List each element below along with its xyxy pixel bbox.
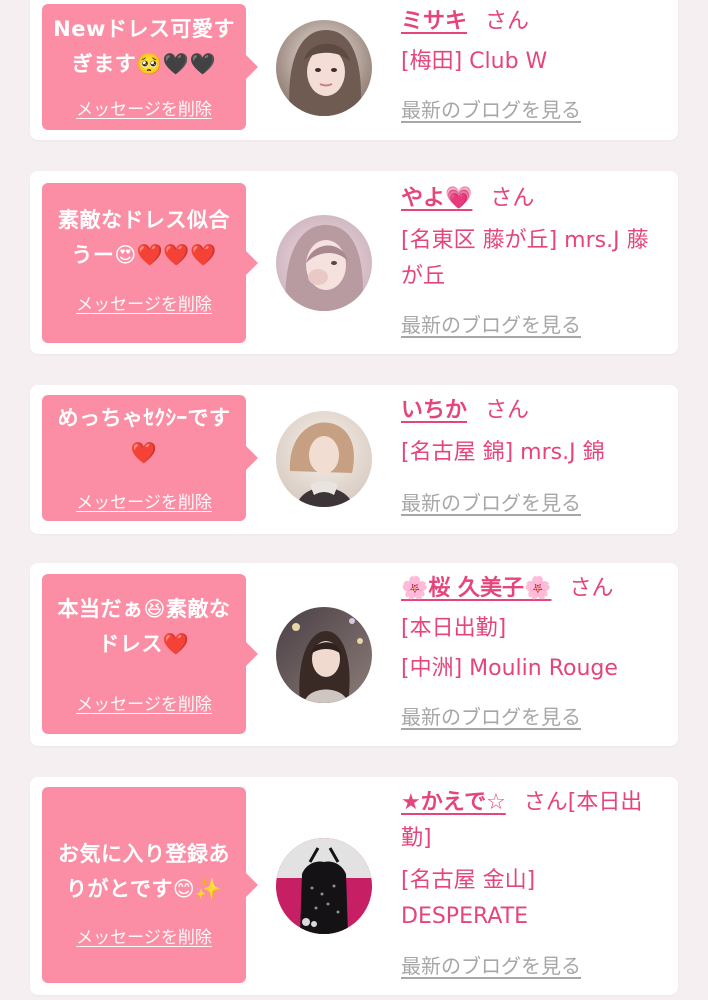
message-card: 素敵なドレス似合うー😍❤️❤️❤️ メッセージを削除 やよ💗 さん [名東区 藤が…: [30, 171, 678, 354]
sender-honorific: さん: [490, 186, 535, 211]
message-bubble: Newドレス可愛すぎます🥺🖤🖤 メッセージを削除: [42, 4, 258, 130]
sender-name-link[interactable]: やよ💗: [401, 186, 472, 211]
sender-location: [名東区 藤が丘] mrs.J 藤が丘: [401, 228, 649, 289]
latest-blog-link[interactable]: 最新のブログを見る: [401, 96, 581, 124]
sender-name-row: いちか さん: [401, 393, 666, 429]
sender-name-link[interactable]: ★かえで☆: [401, 790, 506, 815]
sender-info: やよ💗 さん [名東区 藤が丘] mrs.J 藤が丘: [401, 181, 666, 295]
latest-blog-link[interactable]: 最新のブログを見る: [401, 311, 581, 339]
sender-honorific: さん: [569, 576, 614, 601]
sender-honorific: さん: [485, 9, 530, 34]
message-bubble: 本当だぁ😆素敵なドレス❤️ メッセージを削除: [42, 574, 258, 734]
avatar[interactable]: [276, 20, 372, 116]
sender-location: [名古屋 錦] mrs.J 錦: [401, 440, 605, 465]
message-text: 本当だぁ😆素敵なドレス❤️: [57, 597, 231, 656]
sender-honorific: さん: [485, 398, 530, 423]
sender-info: いちか さん [名古屋 錦] mrs.J 錦: [401, 393, 666, 471]
message-card: お気に入り登録ありがとです😊✨ メッセージを削除 ★かえで☆ さん[本日出勤] …: [30, 777, 678, 995]
message-text: Newドレス可愛すぎます🥺🖤🖤: [53, 17, 235, 76]
sender-name-row: 🌸桜 久美子🌸 さん: [401, 571, 666, 607]
sender-name-row: ミサキ さん: [401, 4, 666, 40]
message-text: めっちゃｾｸｼｰです❤️: [57, 406, 231, 465]
avatar[interactable]: [276, 607, 372, 703]
latest-blog-link[interactable]: 最新のブログを見る: [401, 952, 581, 980]
delete-message-link[interactable]: メッセージを削除: [42, 293, 246, 317]
sender-location: [梅田] Club W: [401, 49, 548, 74]
sender-info: 🌸桜 久美子🌸 さん [本日出勤] [中洲] Moulin Rouge: [401, 571, 666, 687]
message-bubble: お気に入り登録ありがとです😊✨ メッセージを削除: [42, 787, 258, 983]
delete-message-link[interactable]: メッセージを削除: [42, 926, 246, 950]
avatar[interactable]: [276, 411, 372, 507]
message-text: お気に入り登録ありがとです😊✨: [58, 842, 230, 901]
latest-blog-link[interactable]: 最新のブログを見る: [401, 489, 581, 517]
message-card: Newドレス可愛すぎます🥺🖤🖤 メッセージを削除 ミサキ さん [梅田] Club…: [30, 0, 678, 140]
sender-location: [名古屋 金山] DESPERATE: [401, 868, 536, 929]
sender-name-row: やよ💗 さん: [401, 181, 666, 217]
sender-name-link[interactable]: いちか: [401, 398, 467, 423]
sender-name-link[interactable]: 🌸桜 久美子🌸: [401, 576, 551, 601]
sender-name-row: ★かえで☆ さん[本日出勤]: [401, 785, 666, 857]
message-text: 素敵なドレス似合うー😍❤️❤️❤️: [58, 208, 230, 267]
sender-status: [本日出勤]: [401, 616, 507, 641]
message-bubble: めっちゃｾｸｼｰです❤️ メッセージを削除: [42, 395, 258, 521]
message-card: めっちゃｾｸｼｰです❤️ メッセージを削除 いちか さん [名古屋 錦] mrs.…: [30, 385, 678, 534]
message-card: 本当だぁ😆素敵なドレス❤️ メッセージを削除 🌸桜 久美子🌸 さん [本日出勤] …: [30, 563, 678, 746]
message-bubble: 素敵なドレス似合うー😍❤️❤️❤️ メッセージを削除: [42, 183, 258, 343]
delete-message-link[interactable]: メッセージを削除: [42, 693, 246, 717]
avatar[interactable]: [276, 838, 372, 934]
sender-info: ミサキ さん [梅田] Club W: [401, 4, 666, 80]
sender-name-link[interactable]: ミサキ: [401, 9, 467, 34]
message-list: Newドレス可愛すぎます🥺🖤🖤 メッセージを削除 ミサキ さん [梅田] Club…: [0, 0, 708, 1000]
sender-location: [中洲] Moulin Rouge: [401, 656, 618, 681]
delete-message-link[interactable]: メッセージを削除: [42, 98, 246, 122]
latest-blog-link[interactable]: 最新のブログを見る: [401, 703, 581, 731]
sender-info: ★かえで☆ さん[本日出勤] [名古屋 金山] DESPERATE: [401, 785, 666, 935]
delete-message-link[interactable]: メッセージを削除: [42, 491, 246, 515]
avatar[interactable]: [276, 215, 372, 311]
